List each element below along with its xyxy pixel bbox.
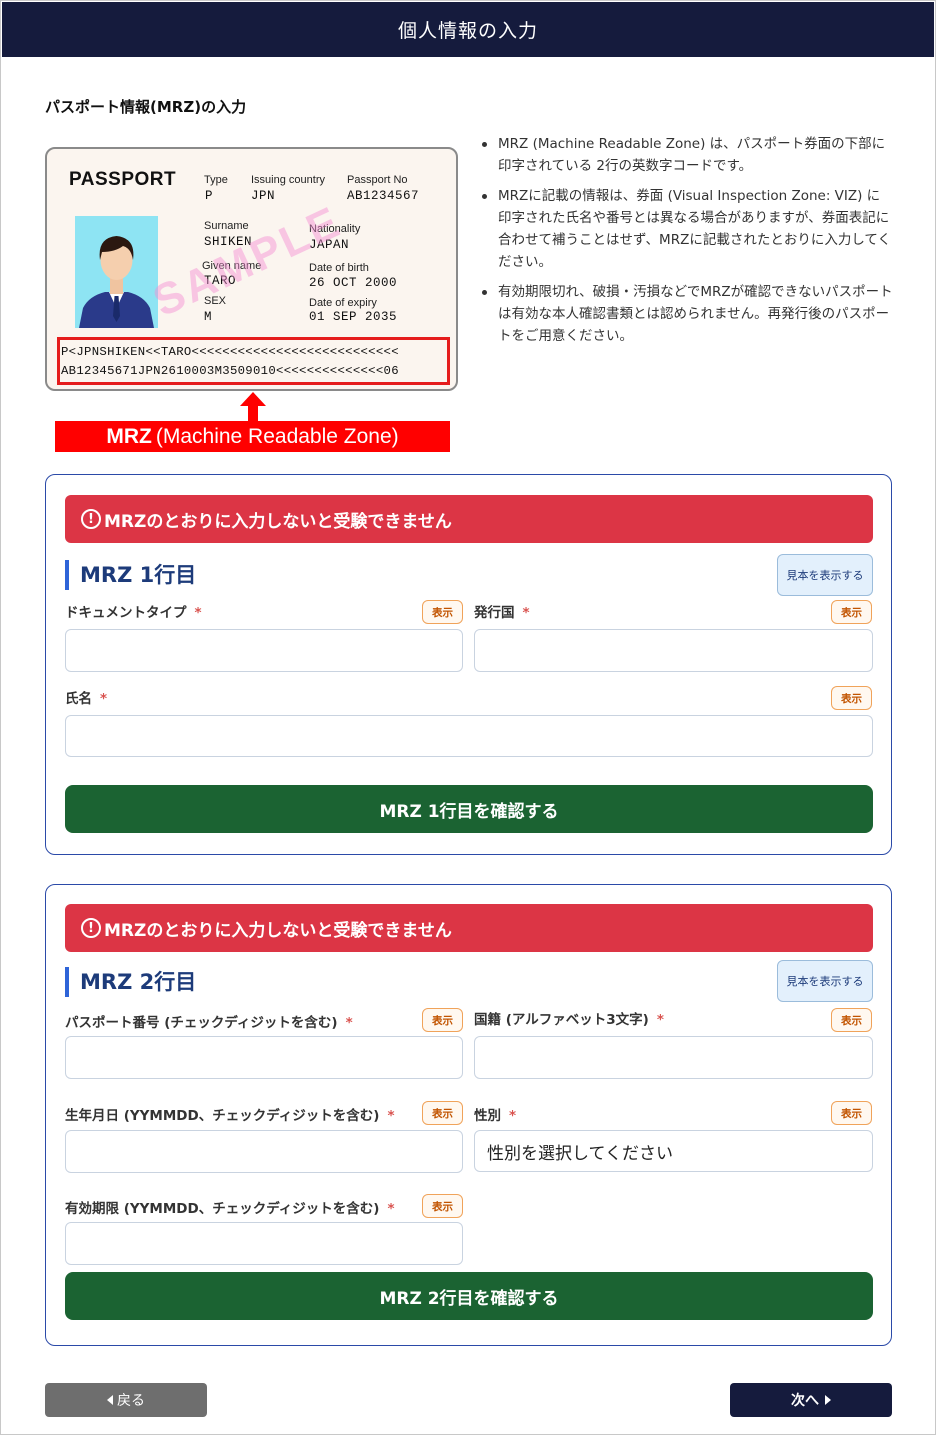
dob-show-badge[interactable]: 表示	[422, 1101, 463, 1125]
page-header: 個人情報の入力	[2, 2, 934, 57]
mrz-banner: MRZ (Machine Readable Zone)	[55, 421, 450, 452]
mrz-row2-card: ! MRZのとおりに入力しないと受験できません MRZ 2行目 見本を表示する …	[45, 884, 892, 1346]
expiry-show-badge[interactable]: 表示	[422, 1194, 463, 1218]
nationality-label: 国籍 (アルファベット3文字) *	[474, 1012, 664, 1028]
name-label: 氏名 *	[65, 691, 108, 707]
nationality-input[interactable]	[474, 1036, 873, 1079]
next-button-label: 次へ	[791, 1393, 819, 1409]
person-icon	[75, 216, 158, 328]
pp-number-value: AB1234567	[347, 189, 420, 203]
pp-country-value: JPN	[251, 189, 276, 203]
expiry-label: 有効期限 (YYMMDD、チェックディジットを含む) *	[65, 1201, 395, 1217]
show-sample-button[interactable]: 見本を表示する	[777, 960, 873, 1002]
mrz-line-2: AB12345671JPN2610003M3509010<<<<<<<<<<<<…	[61, 364, 399, 378]
info-item: MRZ (Machine Readable Zone) は、パスポート券面の下部…	[478, 133, 893, 177]
pp-type-value: P	[205, 189, 214, 203]
pp-dob-label: Date of birth	[309, 262, 369, 274]
exclamation-circle-icon: !	[81, 918, 101, 938]
info-item: MRZに記載の情報は、券面 (Visual Inspection Zone: V…	[478, 185, 893, 273]
alert-text: MRZのとおりに入力しないと受験できません	[104, 511, 452, 532]
page-title: 個人情報の入力	[397, 20, 538, 42]
show-sample-button[interactable]: 見本を表示する	[777, 554, 873, 596]
passport-photo	[75, 216, 158, 328]
pp-country-label: Issuing country	[251, 174, 325, 186]
arrow-up-icon	[240, 392, 266, 421]
sex-show-badge[interactable]: 表示	[831, 1101, 872, 1125]
pp-type-label: Type	[204, 174, 228, 186]
doc-type-input[interactable]	[65, 629, 463, 672]
section-title: パスポート情報(MRZ)の入力	[45, 98, 247, 116]
nationality-show-badge[interactable]: 表示	[831, 1008, 872, 1032]
info-list: MRZ (Machine Readable Zone) は、パスポート券面の下部…	[478, 133, 893, 355]
passport-number-show-badge[interactable]: 表示	[422, 1008, 463, 1032]
confirm-row2-button[interactable]: MRZ 2行目を確認する	[65, 1272, 873, 1320]
confirm-row1-button[interactable]: MRZ 1行目を確認する	[65, 785, 873, 833]
dob-input[interactable]	[65, 1130, 463, 1173]
pp-number-label: Passport No	[347, 174, 408, 186]
caret-left-icon	[107, 1395, 113, 1405]
doc-type-label: ドキュメントタイプ *	[65, 605, 202, 621]
mrz-banner-text: (Machine Readable Zone)	[155, 424, 399, 448]
mrz-row1-card: ! MRZのとおりに入力しないと受験できません MRZ 1行目 見本を表示する …	[45, 474, 892, 855]
passport-sample-image: PASSPORT Type P Issuing country JPN Pass…	[45, 147, 458, 391]
passport-number-label: パスポート番号 (チェックディジットを含む) *	[65, 1015, 353, 1031]
passport-number-input[interactable]	[65, 1036, 463, 1079]
back-button[interactable]: 戻る	[45, 1383, 207, 1417]
row1-title: MRZ 1行目	[65, 560, 196, 590]
issuing-country-input[interactable]	[474, 629, 873, 672]
warning-alert: ! MRZのとおりに入力しないと受験できません	[65, 904, 873, 952]
pp-surname-label: Surname	[204, 220, 249, 232]
pp-dob-value: 26 OCT 2000	[309, 276, 398, 290]
doc-type-show-badge[interactable]: 表示	[422, 600, 463, 624]
pp-expiry-value: 01 SEP 2035	[309, 310, 398, 324]
pp-expiry-label: Date of expiry	[309, 297, 377, 309]
pp-sex-value: M	[204, 310, 213, 324]
row2-title: MRZ 2行目	[65, 967, 196, 997]
issuing-country-show-badge[interactable]: 表示	[831, 600, 872, 624]
passport-word: PASSPORT	[69, 169, 177, 190]
issuing-country-label: 発行国 *	[474, 605, 530, 621]
name-input[interactable]	[65, 715, 873, 757]
mrz-line-1: P<JPNSHIKEN<<TARO<<<<<<<<<<<<<<<<<<<<<<<…	[61, 345, 399, 359]
info-item: 有効期限切れ、破損・汚損などでMRZが確認できないパスポートは有効な本人確認書類…	[478, 281, 893, 347]
dob-label: 生年月日 (YYMMDD、チェックディジットを含む) *	[65, 1108, 395, 1124]
next-button[interactable]: 次へ	[730, 1383, 892, 1417]
warning-alert: ! MRZのとおりに入力しないと受験できません	[65, 495, 873, 543]
caret-right-icon	[825, 1395, 831, 1405]
exclamation-circle-icon: !	[81, 509, 101, 529]
name-show-badge[interactable]: 表示	[831, 686, 872, 710]
alert-text: MRZのとおりに入力しないと受験できません	[104, 920, 452, 941]
mrz-banner-bold: MRZ	[106, 424, 152, 448]
back-button-label: 戻る	[117, 1393, 145, 1409]
expiry-input[interactable]	[65, 1222, 463, 1265]
sex-select[interactable]: 性別を選択してください	[474, 1130, 873, 1172]
sex-label: 性別 *	[474, 1108, 517, 1124]
